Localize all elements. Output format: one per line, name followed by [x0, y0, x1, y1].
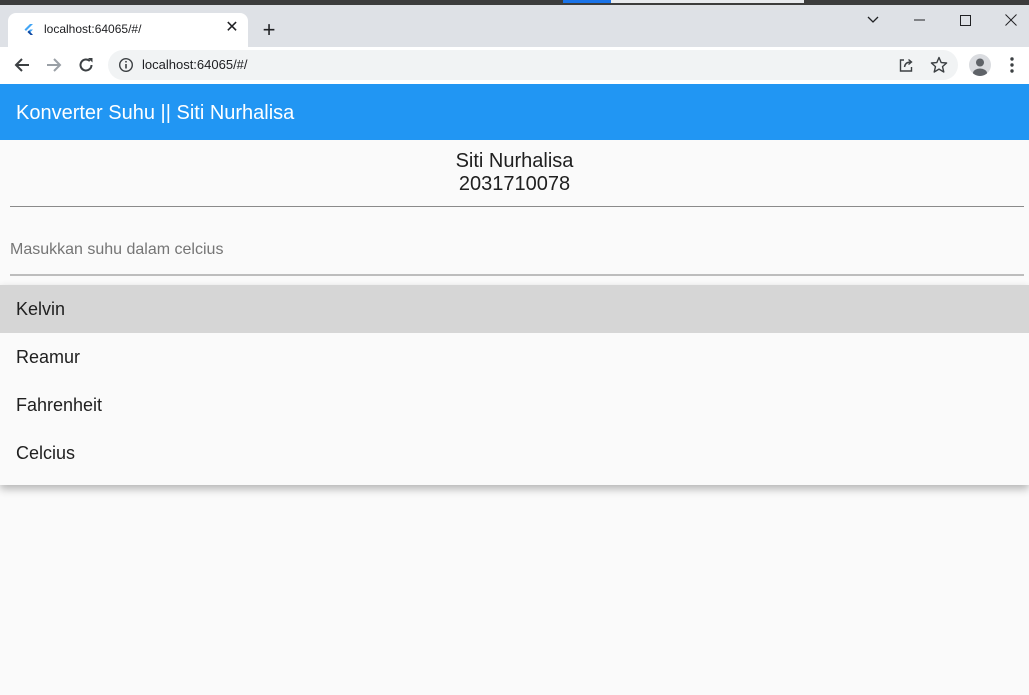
tab-title: localhost:64065/#/: [44, 22, 142, 36]
tab-search-icon[interactable]: [850, 5, 896, 35]
share-icon[interactable]: [898, 57, 914, 73]
strip-highlight: [611, 0, 804, 3]
window-close-icon[interactable]: [988, 5, 1029, 35]
back-icon[interactable]: [10, 53, 34, 77]
bookmark-star-icon[interactable]: [930, 56, 948, 74]
student-id: 2031710078: [458, 173, 571, 195]
app-title: Konverter Suhu || Siti Nurhalisa: [16, 102, 295, 124]
dropdown-option-celcius[interactable]: Celcius: [0, 429, 1029, 477]
menu-icon[interactable]: [1003, 54, 1021, 76]
url-text[interactable]: localhost:64065/#/: [142, 57, 248, 72]
forward-icon[interactable]: [42, 53, 66, 77]
address-bar[interactable]: localhost:64065/#/: [108, 50, 958, 80]
reload-icon[interactable]: [74, 53, 98, 77]
flutter-favicon: [24, 24, 33, 35]
app-bar: Konverter Suhu || Siti Nurhalisa: [0, 84, 1029, 140]
new-tab-icon[interactable]: +: [258, 19, 280, 41]
dropdown-option-kelvin[interactable]: Kelvin: [0, 285, 1029, 333]
profile-icon[interactable]: [969, 54, 991, 76]
celsius-input-field[interactable]: [10, 232, 1024, 276]
student-info: Siti Nurhalisa 2031710078: [0, 150, 1029, 196]
maximize-icon[interactable]: [942, 5, 988, 35]
conversion-dropdown-menu: Kelvin Reamur Fahrenheit Celcius: [0, 285, 1029, 485]
celsius-input[interactable]: [10, 232, 1024, 268]
student-name: Siti Nurhalisa: [455, 150, 574, 172]
strip-highlight: [563, 0, 611, 3]
browser-toolbar: localhost:64065/#/: [0, 47, 1029, 84]
tab-strip: localhost:64065/#/ ✕ +: [0, 5, 1029, 47]
dropdown-option-fahrenheit[interactable]: Fahrenheit: [0, 381, 1029, 429]
minimize-icon[interactable]: [896, 5, 942, 35]
site-info-icon[interactable]: [118, 57, 134, 73]
browser-tab[interactable]: localhost:64065/#/ ✕: [8, 13, 248, 47]
dropdown-option-reamur[interactable]: Reamur: [0, 333, 1029, 381]
close-icon[interactable]: ✕: [224, 20, 240, 36]
divider: [10, 206, 1024, 207]
